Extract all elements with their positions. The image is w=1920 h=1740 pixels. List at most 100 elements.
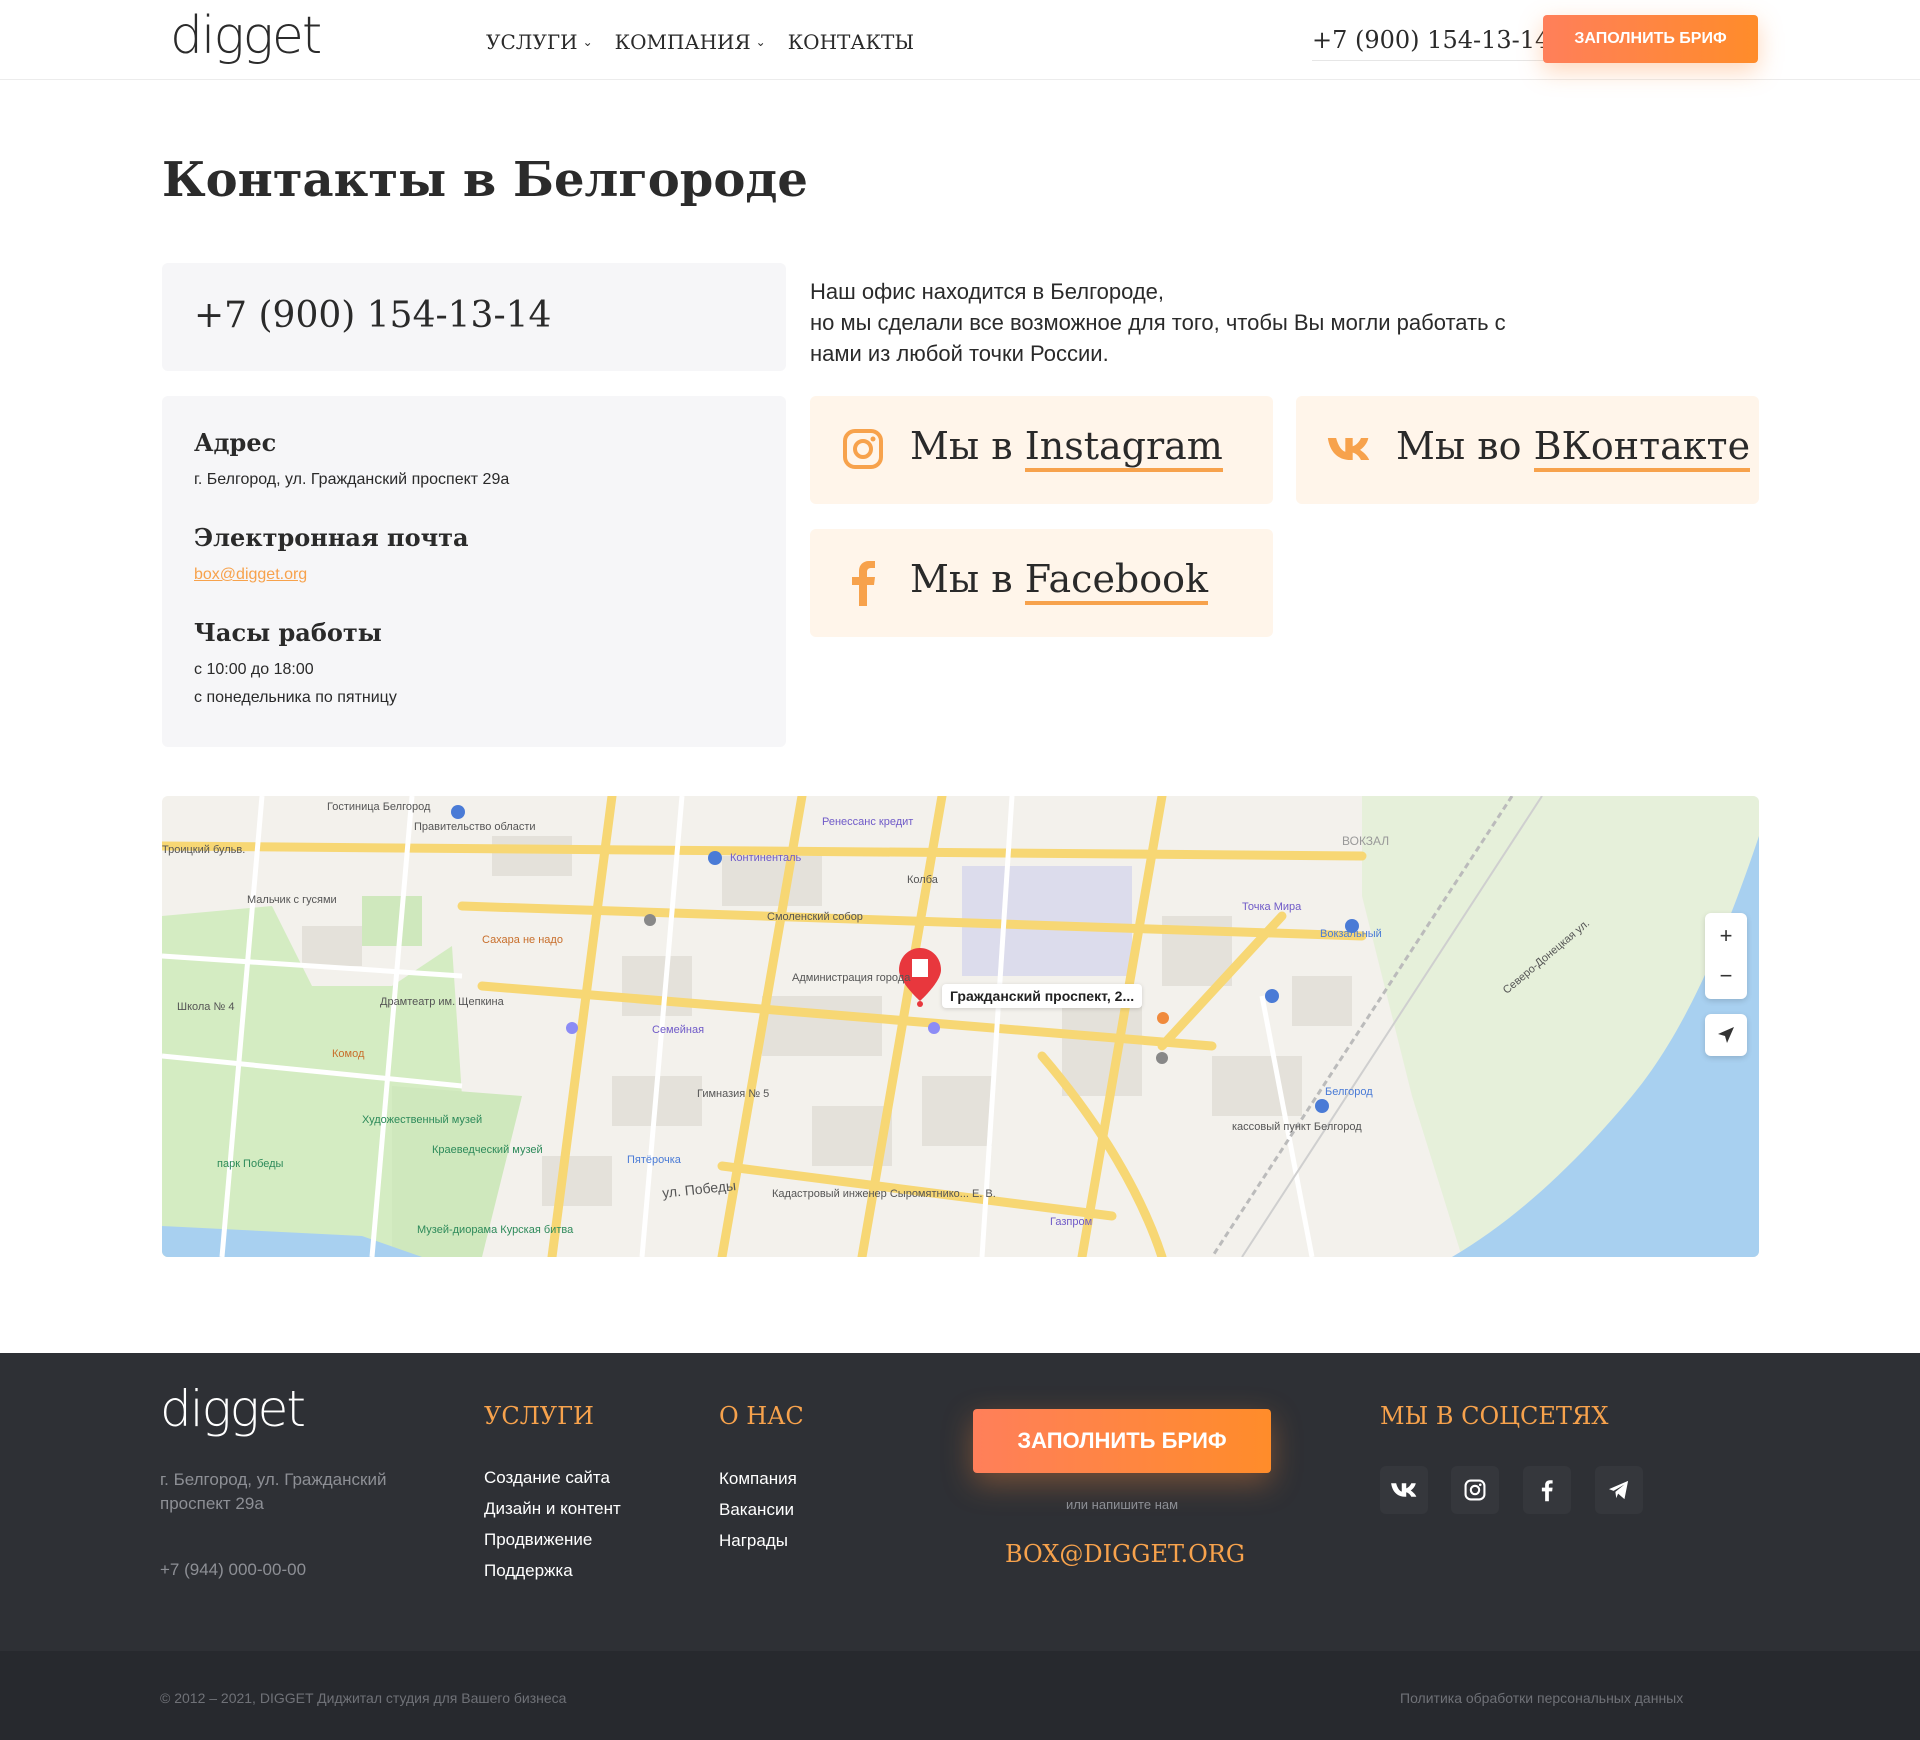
office-line: нами из любой точки России.	[810, 341, 1109, 366]
nav-services[interactable]: УСЛУГИ ⌄	[486, 30, 593, 54]
site-header: digget УСЛУГИ ⌄ КОМПАНИЯ ⌄ КОНТАКТЫ +7 (…	[0, 0, 1920, 80]
vk-card-label: Мы во ВКонтакте	[1396, 424, 1751, 472]
park-area	[362, 896, 422, 946]
map-label: кассовый пункт Белгород	[1232, 1121, 1362, 1133]
hours-time: с 10:00 до 18:00	[194, 661, 314, 678]
card-prefix: Мы в	[910, 424, 1025, 468]
footer-fill-brief-button[interactable]: ЗАПОЛНИТЬ БРИФ	[973, 1409, 1271, 1473]
zoom-out-button[interactable]: −	[1720, 963, 1733, 989]
map-zoom-control: + −	[1705, 913, 1747, 999]
map-label: Правительство области	[414, 821, 536, 833]
phone-card: +7 (900) 154-13-14	[162, 263, 786, 371]
footer-services-list: Создание сайта Дизайн и контент Продвиже…	[484, 1462, 621, 1586]
map-label: Администрация города	[792, 972, 911, 984]
footer-link[interactable]: Награды	[719, 1525, 797, 1556]
map-label: Школа № 4	[177, 1001, 235, 1013]
facebook-card-label: Мы в Facebook	[910, 557, 1209, 605]
instagram-card-label: Мы в Instagram	[910, 424, 1223, 472]
card-link: Facebook	[1024, 557, 1209, 605]
office-line: но мы сделали все возможное для того, чт…	[810, 310, 1506, 335]
zoom-in-button[interactable]: +	[1720, 923, 1733, 949]
footer-instagram-button[interactable]	[1451, 1466, 1499, 1514]
hours-heading: Часы работы	[194, 618, 382, 647]
nav-contacts-label: КОНТАКТЫ	[787, 30, 915, 54]
facebook-icon	[1541, 1480, 1553, 1502]
facebook-card[interactable]: Мы в Facebook	[810, 529, 1273, 637]
office-map[interactable]: Гражданский проспект, 2... Гостиница Бел…	[162, 796, 1759, 1257]
footer-logo[interactable]: digget	[160, 1380, 306, 1438]
chevron-down-icon: ⌄	[582, 35, 593, 49]
map-label: Кадастровый инженер Сыромятнико... Е. В.	[772, 1188, 996, 1200]
map-label: Гостиница Белгород	[327, 801, 431, 813]
map-label: Колба	[907, 874, 938, 886]
nav-company-label: КОМПАНИЯ	[614, 30, 751, 54]
email-heading: Электронная почта	[194, 523, 469, 552]
copyright: © 2012 – 2021, DIGGET Диджитал студия дл…	[160, 1690, 567, 1706]
footer-phone[interactable]: +7 (944) 000-00-00	[160, 1560, 306, 1580]
footer-address: г. Белгород, ул. Гражданский проспект 29…	[160, 1470, 387, 1513]
fill-brief-button[interactable]: ЗАПОЛНИТЬ БРИФ	[1543, 15, 1758, 63]
map-label: Пятёрочка	[627, 1154, 681, 1166]
map-pin-label[interactable]: Гражданский проспект, 2...	[942, 984, 1143, 1008]
footer-link[interactable]: Поддержка	[484, 1555, 621, 1586]
instagram-card[interactable]: Мы в Instagram	[810, 396, 1273, 504]
footer-link[interactable]: Дизайн и контент	[484, 1493, 621, 1524]
logo[interactable]: digget	[170, 6, 322, 66]
map-label: ВОКЗАЛ	[1342, 834, 1390, 848]
footer-facebook-button[interactable]	[1523, 1466, 1571, 1514]
card-prefix: Мы во	[1396, 424, 1534, 468]
map-label: Вокзальный	[1320, 928, 1382, 940]
map-label: Белгород	[1325, 1086, 1373, 1098]
footer-link[interactable]: Вакансии	[719, 1494, 797, 1525]
footer-link[interactable]: Компания	[719, 1463, 797, 1494]
header-phone[interactable]: +7 (900) 154-13-14	[1312, 26, 1551, 61]
contact-phone[interactable]: +7 (900) 154-13-14	[194, 295, 551, 336]
footer-link[interactable]: Создание сайта	[484, 1462, 621, 1493]
footer-write-us: или напишите нам	[1065, 1497, 1179, 1512]
map-label: Газпром	[1050, 1216, 1093, 1228]
map-label: Семейная	[652, 1024, 705, 1036]
privacy-policy-link[interactable]: Политика обработки персональных данных	[1400, 1690, 1683, 1706]
navigation-arrow-icon	[1718, 1027, 1734, 1043]
map-label: Комод	[332, 1048, 365, 1060]
page-title: Контакты в Белгороде	[162, 152, 808, 208]
geolocation-button[interactable]	[1705, 1014, 1747, 1056]
nav-services-label: УСЛУГИ	[486, 30, 578, 54]
map-label: Гимназия № 5	[697, 1088, 770, 1100]
map-label: парк Победы	[217, 1158, 284, 1170]
chevron-down-icon: ⌄	[755, 35, 766, 49]
footer-link[interactable]: Продвижение	[484, 1524, 621, 1555]
vk-icon	[1326, 426, 1372, 472]
vk-icon	[1391, 1483, 1417, 1497]
footer-telegram-button[interactable]	[1595, 1466, 1643, 1514]
footer-email-link[interactable]: BOX@DIGGET.ORG	[973, 1540, 1277, 1568]
footer-about-list: Компания Вакансии Награды	[719, 1463, 797, 1556]
map-label: Драмтеатр им. Щепкина	[380, 996, 504, 1008]
map-label: Художественный музей	[362, 1114, 483, 1126]
address-text: г. Белгород, ул. Гражданский проспект 29…	[194, 471, 510, 488]
office-line: Наш офис находится в Белгороде,	[810, 279, 1165, 304]
vk-card[interactable]: Мы во ВКонтакте	[1296, 396, 1759, 504]
map-label: Краеведческий музей	[432, 1144, 543, 1156]
map-label: Музей-диорама Курская битва	[417, 1224, 574, 1236]
card-prefix: Мы в	[910, 557, 1025, 601]
nav-company[interactable]: КОМПАНИЯ ⌄	[615, 30, 766, 54]
map-label: Троицкий бульв.	[162, 844, 246, 856]
instagram-icon	[840, 426, 886, 472]
nav-contacts[interactable]: КОНТАКТЫ	[788, 30, 914, 54]
map-label: Сахара не надо	[482, 934, 563, 946]
map-label: Континенталь	[730, 852, 802, 864]
address-heading: Адрес	[194, 428, 277, 457]
main-nav: УСЛУГИ ⌄ КОМПАНИЯ ⌄ КОНТАКТЫ	[486, 30, 914, 54]
info-card: Адрес г. Белгород, ул. Гражданский просп…	[162, 396, 786, 747]
instagram-icon	[1464, 1479, 1486, 1501]
footer-vk-button[interactable]	[1380, 1466, 1428, 1514]
hours-days: с понедельника по пятницу	[194, 689, 397, 706]
facebook-icon	[840, 559, 886, 606]
footer-services-heading: УСЛУГИ	[484, 1402, 594, 1430]
map-label: Точка Мира	[1242, 901, 1302, 913]
map-label: Мальчик с гусями	[247, 894, 337, 906]
footer-social-heading: МЫ В СОЦСЕТЯХ	[1380, 1402, 1609, 1430]
office-description: Наш офис находится в Белгороде, но мы сд…	[810, 276, 1570, 369]
email-link[interactable]: box@digget.org	[194, 561, 307, 589]
